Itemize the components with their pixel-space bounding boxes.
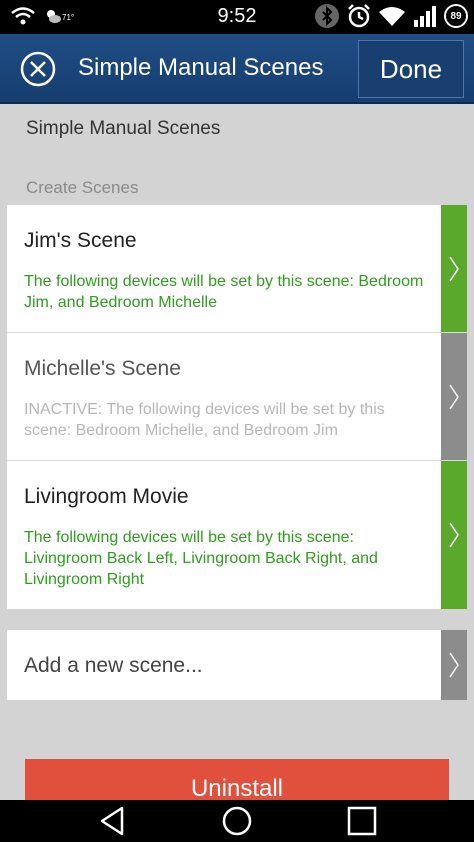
scene-row-jims-scene[interactable]: Jim's Scene The following devices will b… <box>7 205 467 333</box>
chevron-right-icon <box>449 652 459 678</box>
add-scene-chevron[interactable] <box>441 630 467 700</box>
section-title: Simple Manual Scenes <box>26 118 221 139</box>
status-bar: 71° 9:52 89 <box>0 0 474 34</box>
add-scene-label: Add a new scene... <box>24 654 203 677</box>
recents-square-icon[interactable] <box>346 805 378 837</box>
scene-row-michelles-scene[interactable]: Michelle's Scene INACTIVE: The following… <box>7 333 467 461</box>
close-circle-icon[interactable] <box>20 51 56 87</box>
signal-icon <box>414 6 436 27</box>
chevron-right-icon <box>449 384 459 409</box>
chevron-right-icon <box>449 522 459 548</box>
scene-description: INACTIVE: The following devices will be … <box>24 401 385 439</box>
app-title: Simple Manual Scenes <box>78 54 324 81</box>
scenes-content: Simple Manual Scenes Create Scenes Jim's… <box>0 104 474 819</box>
scene-title: Michelle's Scene <box>24 357 181 380</box>
scene-chevron[interactable] <box>441 205 467 332</box>
scene-chevron[interactable] <box>441 333 467 460</box>
battery-badge: 89 <box>444 4 468 28</box>
scene-description: The following devices will be set by thi… <box>24 529 378 588</box>
scene-list: Jim's Scene The following devices will b… <box>7 205 467 609</box>
bluetooth-icon <box>315 4 339 28</box>
app-bar: Simple Manual Scenes Done <box>0 34 474 104</box>
add-scene-row[interactable]: Add a new scene... <box>7 630 467 700</box>
scene-title: Jim's Scene <box>24 229 137 252</box>
done-button[interactable]: Done <box>358 40 464 98</box>
home-circle-icon[interactable] <box>221 805 253 837</box>
navigation-bar <box>0 800 474 842</box>
alarm-icon <box>348 4 370 28</box>
scene-title: Livingroom Movie <box>24 485 189 508</box>
back-triangle-icon[interactable] <box>96 805 128 837</box>
status-right: 89 <box>314 3 468 29</box>
scene-description: The following devices will be set by thi… <box>24 273 424 311</box>
wifi-icon <box>379 7 405 26</box>
section-subtitle: Create Scenes <box>26 178 139 197</box>
chevron-right-icon <box>449 256 459 281</box>
scene-row-livingroom-movie[interactable]: Livingroom Movie The following devices w… <box>7 461 467 609</box>
scene-chevron[interactable] <box>441 461 467 609</box>
